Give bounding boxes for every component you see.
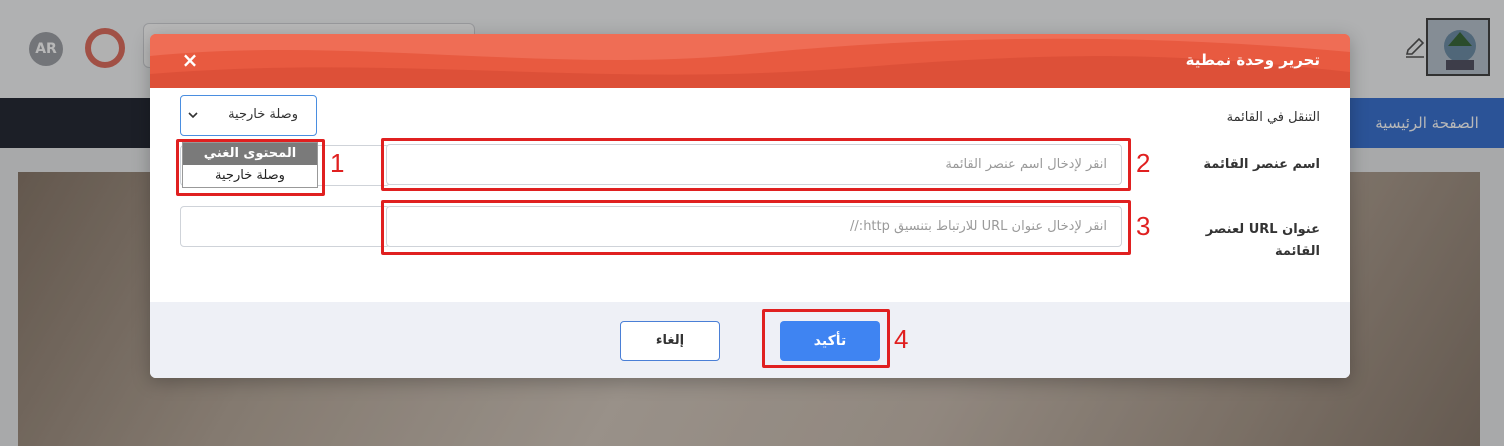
dialog-footer: إلغاء تأكيد [150, 302, 1350, 378]
item-url-label: عنوان URL لعنصر القائمة [1205, 222, 1320, 259]
nav-type-select[interactable]: وصلة خارجية [180, 95, 317, 136]
annotation-box-2 [381, 138, 1131, 191]
cancel-button[interactable]: إلغاء [620, 321, 720, 361]
annotation-box-1 [176, 139, 325, 196]
annotation-number-1: 1 [330, 148, 345, 178]
nav-type-selected-value: وصلة خارجية [228, 107, 298, 122]
annotation-number-2: 2 [1136, 148, 1151, 178]
annotation-box-3 [381, 200, 1131, 255]
nav-type-label: التنقل في القائمة [1226, 110, 1320, 125]
hidden-field-2 [180, 206, 390, 247]
dialog-header: × تحرير وحدة نمطية [150, 34, 1350, 88]
item-name-label: اسم عنصر القائمة [1203, 157, 1320, 172]
close-icon[interactable]: × [180, 50, 200, 70]
chevron-down-icon [188, 112, 198, 119]
annotation-number-4: 4 [894, 324, 909, 354]
header-wave-decoration [150, 34, 1350, 88]
annotation-box-4 [762, 309, 890, 368]
annotation-number-3: 3 [1136, 211, 1151, 241]
dialog-title: تحرير وحدة نمطية [1185, 51, 1320, 69]
